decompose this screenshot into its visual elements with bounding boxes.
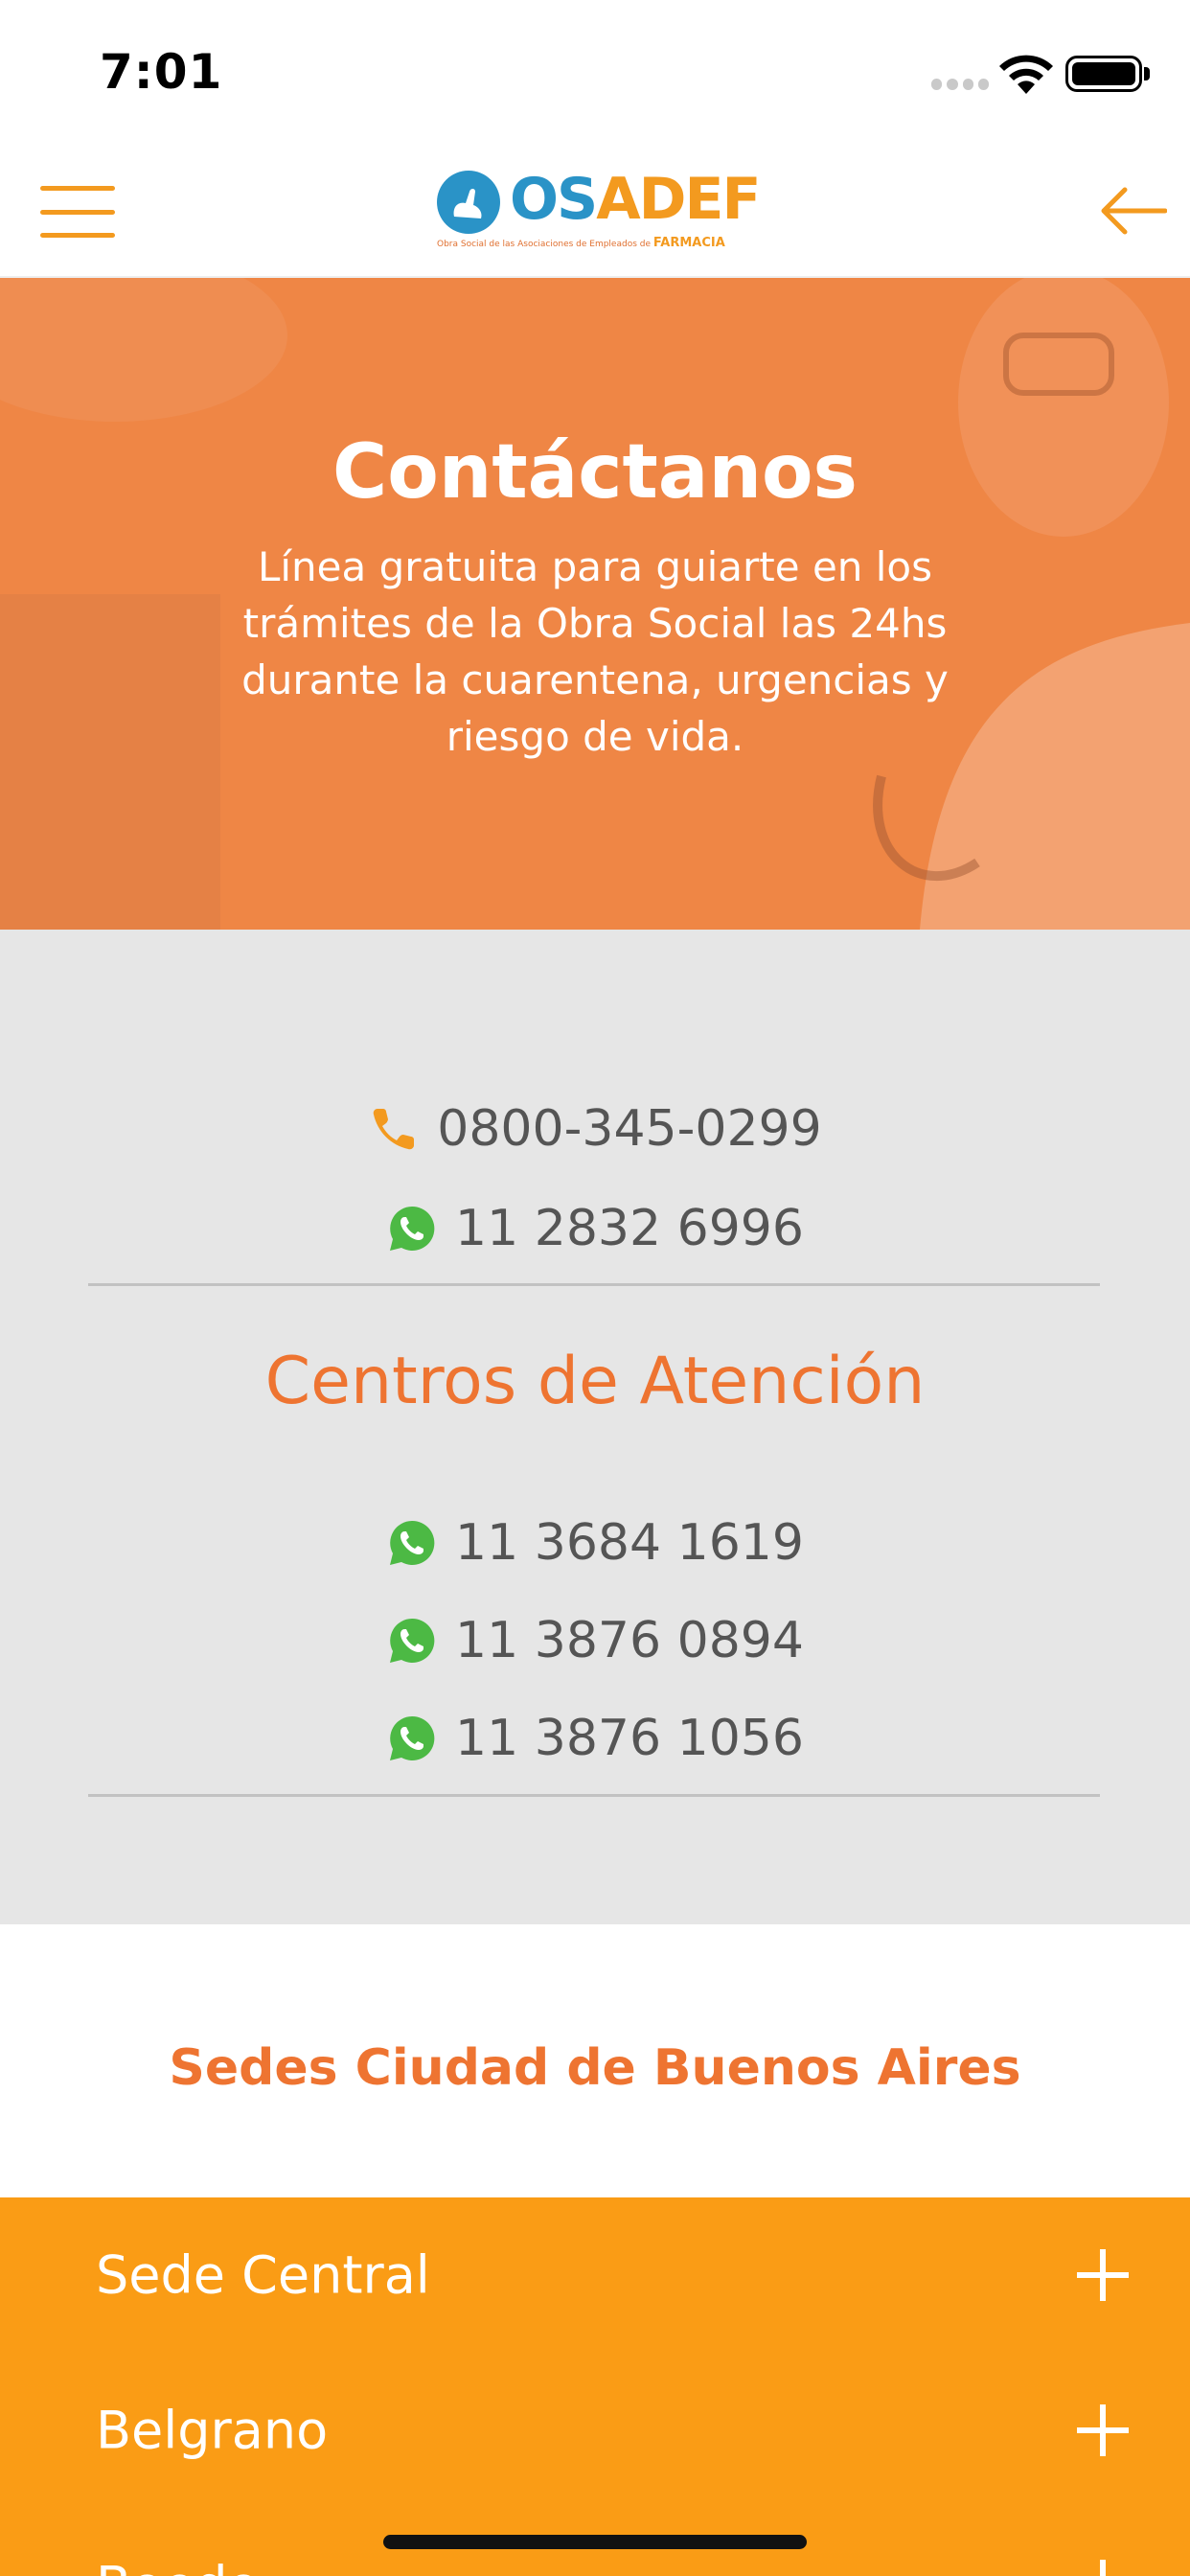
centro-contact-1[interactable]: 11 3684 1619 <box>0 1505 1190 1581</box>
centros-title: Centros de Atención <box>264 1344 926 1419</box>
home-indicator[interactable] <box>383 2535 807 2549</box>
signal-icon <box>931 79 989 90</box>
status-time: 7:01 <box>100 44 223 100</box>
plus-icon[interactable] <box>1077 2249 1129 2301</box>
centro-number: 11 3876 0894 <box>455 1612 804 1669</box>
accordion-label: Belgrano <box>96 2400 329 2461</box>
status-bar: 7:01 <box>0 0 1190 144</box>
whatsapp-icon <box>390 1715 435 1760</box>
sedes-title: Sedes Ciudad de Buenos Aires <box>169 2039 1021 2097</box>
divider <box>88 1283 1100 1286</box>
wifi-icon <box>999 55 1053 94</box>
divider <box>88 1794 1100 1797</box>
phone-contact[interactable]: 0800-345-0299 <box>0 1091 1190 1167</box>
contact-section: 0800-345-0299 11 2832 6996 Centros de At… <box>0 930 1190 1924</box>
whatsapp-icon <box>390 1206 435 1251</box>
logo-wordmark: OSADEF <box>510 166 761 233</box>
hamburger-icon[interactable] <box>40 186 115 238</box>
hero-banner: Contáctanos Línea gratuita para guiarte … <box>0 278 1190 930</box>
sedes-accordion: Sede Central Belgrano Boedo <box>0 2197 1190 2576</box>
plus-icon[interactable] <box>1077 2404 1129 2456</box>
page-title: Contáctanos <box>332 429 858 516</box>
sedes-section: Sedes Ciudad de Buenos Aires <box>0 1924 1190 2197</box>
top-nav: OSADEF Obra Social de las Asociaciones d… <box>0 144 1190 278</box>
accordion-item-sede-central[interactable]: Sede Central <box>0 2197 1190 2353</box>
phone-number: 0800-345-0299 <box>437 1100 822 1158</box>
whatsapp-icon <box>390 1618 435 1663</box>
accordion-label: Boedo <box>96 2556 260 2576</box>
osadef-logo: OSADEF Obra Social de las Asociaciones d… <box>433 165 761 255</box>
centro-number: 11 3684 1619 <box>455 1514 804 1572</box>
centro-contact-3[interactable]: 11 3876 1056 <box>0 1700 1190 1777</box>
plus-icon[interactable] <box>1077 2560 1129 2576</box>
centro-number: 11 3876 1056 <box>455 1710 804 1767</box>
logo-tagline: Obra Social de las Asociaciones de Emple… <box>437 236 725 250</box>
accordion-item-belgrano[interactable]: Belgrano <box>0 2353 1190 2508</box>
whatsapp-icon <box>390 1520 435 1565</box>
whatsapp-contact[interactable]: 11 2832 6996 <box>0 1190 1190 1267</box>
arrow-left-icon[interactable] <box>1098 184 1167 238</box>
battery-icon <box>1065 56 1142 92</box>
battery-tip <box>1144 67 1150 80</box>
hero-description: Línea gratuita para guiarte en los trámi… <box>241 543 949 760</box>
whatsapp-number: 11 2832 6996 <box>455 1200 804 1257</box>
logo-mark <box>437 171 500 234</box>
centro-contact-2[interactable]: 11 3876 0894 <box>0 1602 1190 1679</box>
phone-icon <box>374 1109 415 1150</box>
accordion-label: Sede Central <box>96 2244 430 2306</box>
